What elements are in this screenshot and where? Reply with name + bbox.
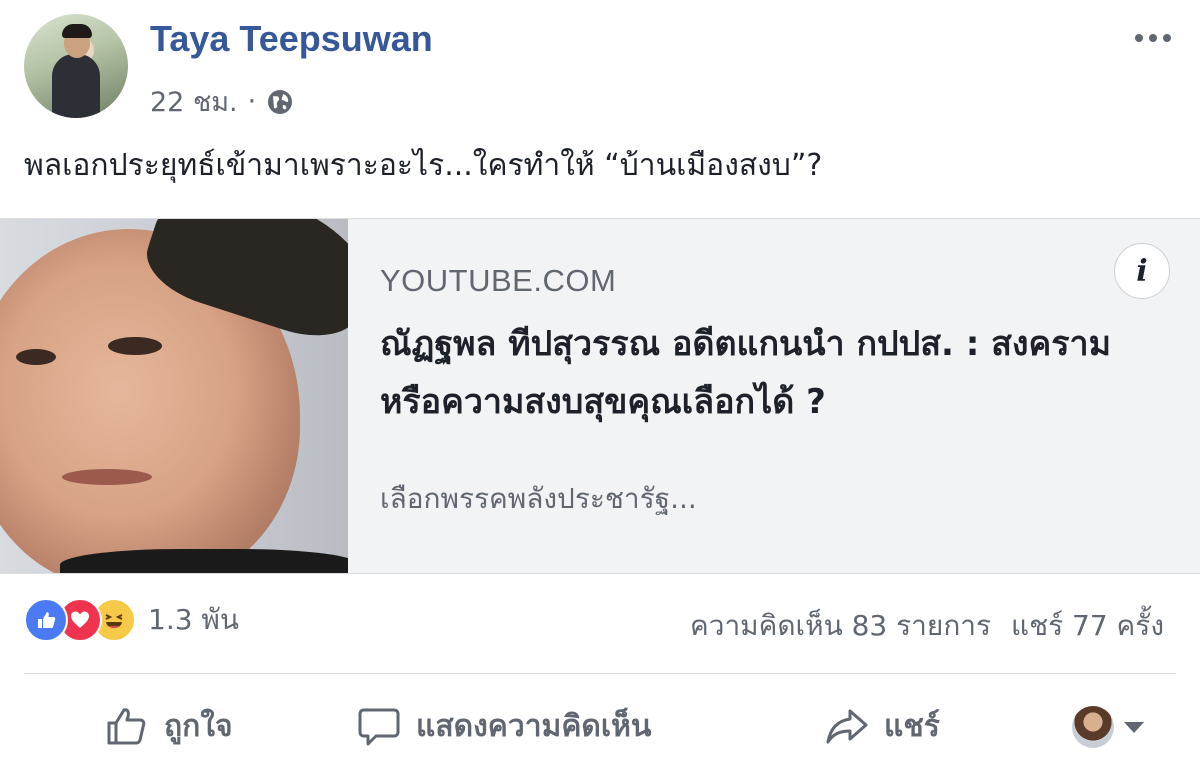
more-dot-icon (1163, 34, 1171, 42)
link-preview-card[interactable]: i YOUTUBE.COM ณัฏฐพล ทีปสุวรรณ อดีตแกนนำ… (0, 218, 1200, 574)
comment-bubble-icon (356, 703, 402, 749)
more-options-button[interactable] (1128, 20, 1178, 56)
post-text: พลเอกประยุทธ์เข้ามาเพราะอะไร...ใครทำให้ … (24, 148, 823, 183)
post-timestamp[interactable]: 22 ชม. (150, 80, 238, 123)
share-arrow-icon (824, 703, 870, 749)
comment-count-link[interactable]: ความคิดเห็น 83 รายการ (690, 604, 991, 648)
comment-button-label: แสดงความคิดเห็น (416, 708, 652, 744)
author-avatar[interactable] (24, 14, 128, 118)
link-thumbnail[interactable] (0, 219, 348, 573)
globe-icon[interactable] (266, 88, 294, 116)
link-title[interactable]: ณัฏฐพล ทีปสุวรรณ อดีตแกนนำ กปปส. : สงครา… (380, 315, 1160, 431)
meta-separator: · (247, 86, 257, 117)
thumbnail-mouth (62, 469, 152, 485)
author-name-link[interactable]: Taya Teepsuwan (150, 18, 433, 60)
divider (24, 673, 1176, 674)
thumbs-up-icon (104, 703, 150, 749)
thumbnail-collar (60, 549, 348, 573)
thumbnail-eye (108, 337, 162, 355)
share-button[interactable]: แชร์ (824, 700, 940, 752)
avatar-hair (62, 24, 92, 38)
react-as-selector[interactable] (1072, 706, 1144, 748)
reactions-summary[interactable]: 1.3 พัน (24, 598, 239, 642)
link-source-domain: YOUTUBE.COM (380, 263, 617, 298)
like-icon (24, 598, 68, 642)
avatar-figure (52, 54, 100, 118)
share-count-link[interactable]: แชร์ 77 ครั้ง (1011, 604, 1164, 648)
user-avatar (1072, 706, 1114, 748)
comment-button[interactable]: แสดงความคิดเห็น (356, 700, 651, 752)
thumbnail-eye (16, 349, 56, 365)
engagement-stats: ความคิดเห็น 83 รายการ แชร์ 77 ครั้ง (690, 604, 1164, 648)
chevron-down-icon (1124, 721, 1144, 733)
link-description: เลือกพรรคพลังประชารัฐ... (380, 482, 697, 515)
like-button-label: ถูกใจ (164, 708, 233, 744)
like-button[interactable]: ถูกใจ (104, 700, 233, 752)
share-button-label: แชร์ (884, 708, 940, 744)
info-icon[interactable]: i (1114, 243, 1170, 299)
post-meta: 22 ชม. · (150, 80, 294, 123)
more-dot-icon (1135, 34, 1143, 42)
more-dot-icon (1149, 34, 1157, 42)
reaction-count[interactable]: 1.3 พัน (148, 598, 239, 642)
